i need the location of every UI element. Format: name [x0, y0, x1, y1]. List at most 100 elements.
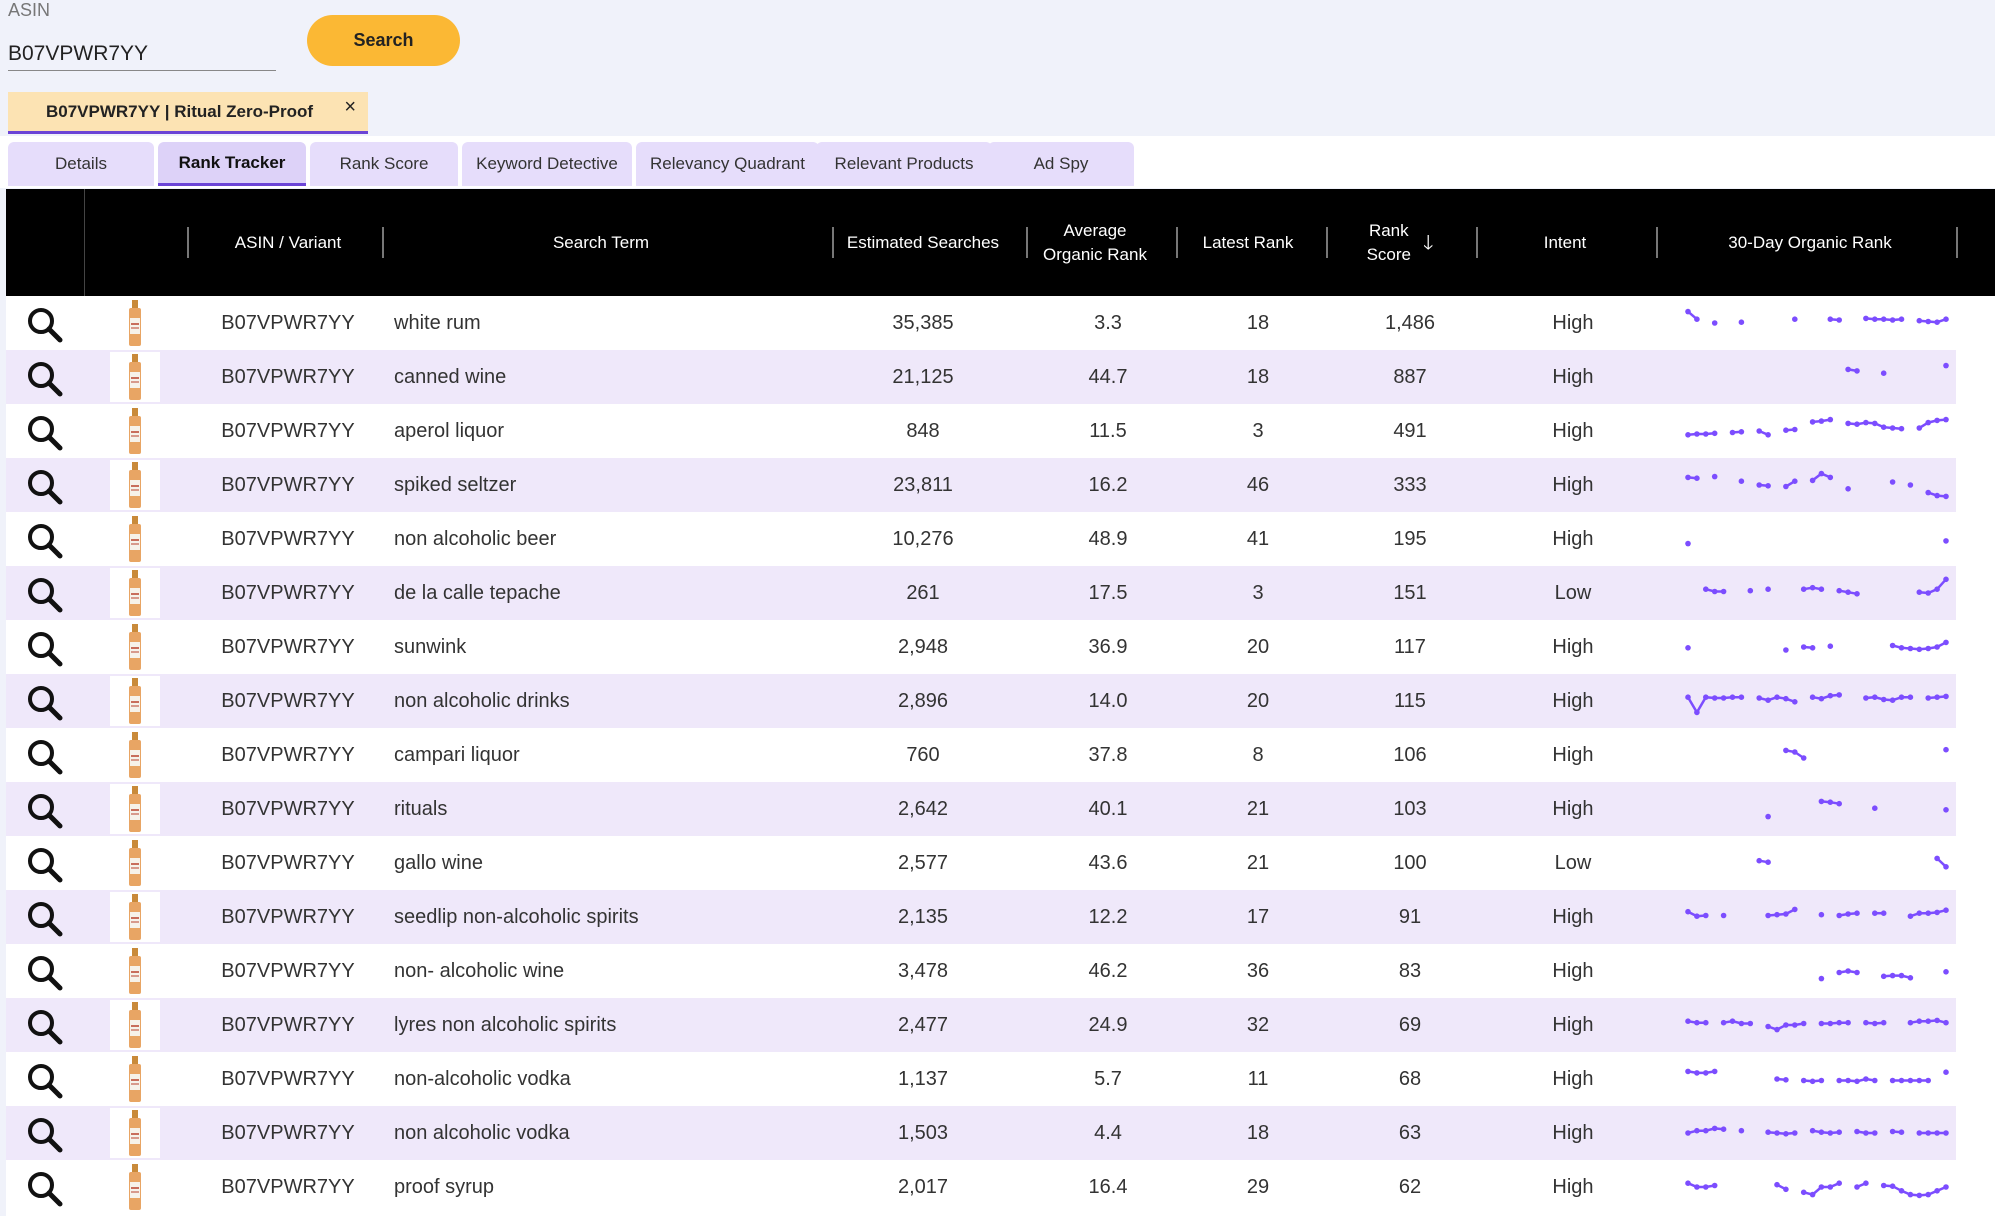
column-header-average-organic-rank[interactable]: Average Organic Rank: [1028, 189, 1162, 296]
rank-sparkline[interactable]: [1678, 1160, 1956, 1214]
rank-sparkline[interactable]: [1678, 1106, 1956, 1160]
column-separator[interactable]: [1476, 227, 1478, 258]
tab-rank-tracker[interactable]: Rank Tracker: [158, 142, 306, 186]
column-separator[interactable]: [1326, 227, 1328, 258]
rank-sparkline[interactable]: [1678, 350, 1956, 404]
rank-sparkline[interactable]: [1678, 890, 1956, 944]
table-row[interactable]: B07VPWR7YY campari liquor 760 37.8 8 106…: [6, 728, 1956, 782]
search-icon[interactable]: [24, 1114, 64, 1154]
tab-details[interactable]: Details: [8, 142, 154, 186]
sparkline-point: [1925, 910, 1931, 916]
product-thumbnail[interactable]: [110, 298, 160, 348]
table-row[interactable]: B07VPWR7YY canned wine 21,125 44.7 18 88…: [6, 350, 1956, 404]
product-thumbnail[interactable]: [110, 730, 160, 780]
search-icon[interactable]: [24, 412, 64, 452]
tab-rank-score[interactable]: Rank Score: [310, 142, 458, 186]
rank-sparkline[interactable]: [1678, 566, 1956, 620]
product-thumbnail[interactable]: [110, 1000, 160, 1050]
table-row[interactable]: B07VPWR7YY aperol liquor 848 11.5 3 491 …: [6, 404, 1956, 458]
table-row[interactable]: B07VPWR7YY non alcoholic beer 10,276 48.…: [6, 512, 1956, 566]
search-icon[interactable]: [24, 304, 64, 344]
rank-sparkline[interactable]: [1678, 728, 1956, 782]
rank-sparkline[interactable]: [1678, 512, 1956, 566]
product-thumbnail[interactable]: [110, 1054, 160, 1104]
sparkline-point: [1889, 317, 1896, 323]
search-icon[interactable]: [24, 358, 64, 398]
column-header-rank-score[interactable]: Rank Score 🡓: [1330, 189, 1470, 296]
column-header-asin[interactable]: ASIN / Variant: [190, 189, 386, 296]
table-row[interactable]: B07VPWR7YY seedlip non-alcoholic spirits…: [6, 890, 1956, 944]
column-header-latest-rank[interactable]: Latest Rank: [1178, 189, 1318, 296]
table-row[interactable]: B07VPWR7YY non- alcoholic wine 3,478 46.…: [6, 944, 1956, 998]
rank-sparkline[interactable]: [1678, 998, 1956, 1052]
column-header-search-term[interactable]: Search Term: [386, 189, 816, 296]
tab-relevant-products[interactable]: Relevant Products: [816, 142, 992, 186]
table-row[interactable]: B07VPWR7YY sunwink 2,948 36.9 20 117 Hig…: [6, 620, 1956, 674]
search-icon[interactable]: [24, 790, 64, 830]
tab-keyword-detective[interactable]: Keyword Detective: [462, 142, 632, 186]
sparkline-point: [1738, 319, 1745, 325]
rank-sparkline[interactable]: [1678, 1052, 1956, 1106]
product-thumbnail[interactable]: [110, 406, 160, 456]
rank-sparkline[interactable]: [1678, 404, 1956, 458]
product-thumbnail[interactable]: [110, 622, 160, 672]
column-separator[interactable]: [187, 227, 189, 258]
asin-chip[interactable]: B07VPWR7YY | Ritual Zero-Proof ×: [8, 92, 368, 134]
product-thumbnail[interactable]: [110, 460, 160, 510]
tab-relevancy-quadrant[interactable]: Relevancy Quadrant: [636, 142, 819, 186]
asin-input[interactable]: [8, 38, 276, 71]
sparkline-point: [1774, 1026, 1780, 1033]
search-icon[interactable]: [24, 574, 64, 614]
cell-rank-score: 333: [1393, 473, 1427, 496]
table-row[interactable]: B07VPWR7YY non alcoholic drinks 2,896 14…: [6, 674, 1956, 728]
product-thumbnail[interactable]: [110, 676, 160, 726]
rank-sparkline[interactable]: [1678, 620, 1956, 674]
column-header-intent[interactable]: Intent: [1480, 189, 1650, 296]
search-button[interactable]: Search: [307, 15, 460, 66]
column-header-30-day-organic-rank[interactable]: 30-Day Organic Rank: [1660, 189, 1960, 296]
table-row[interactable]: B07VPWR7YY proof syrup 2,017 16.4 29 62 …: [6, 1160, 1956, 1214]
product-thumbnail[interactable]: [110, 946, 160, 996]
search-icon[interactable]: [24, 1006, 64, 1046]
rank-sparkline[interactable]: [1678, 836, 1956, 890]
tab-ad-spy[interactable]: Ad Spy: [988, 142, 1134, 186]
rank-sparkline[interactable]: [1678, 674, 1956, 728]
table-row[interactable]: B07VPWR7YY non-alcoholic vodka 1,137 5.7…: [6, 1052, 1956, 1106]
product-thumbnail[interactable]: [110, 568, 160, 618]
search-icon[interactable]: [24, 844, 64, 884]
rank-sparkline[interactable]: [1678, 944, 1956, 998]
search-icon[interactable]: [24, 520, 64, 560]
product-thumbnail[interactable]: [110, 784, 160, 834]
search-icon[interactable]: [24, 1060, 64, 1100]
product-thumbnail[interactable]: [110, 838, 160, 888]
sort-descending-icon[interactable]: 🡓: [1423, 231, 1433, 255]
close-icon[interactable]: ×: [344, 96, 356, 119]
product-thumbnail[interactable]: [110, 1162, 160, 1212]
table-row[interactable]: B07VPWR7YY white rum 35,385 3.3 18 1,486…: [6, 296, 1956, 350]
table-row[interactable]: B07VPWR7YY non alcoholic vodka 1,503 4.4…: [6, 1106, 1956, 1160]
search-icon[interactable]: [24, 682, 64, 722]
product-thumbnail[interactable]: [110, 892, 160, 942]
rank-sparkline[interactable]: [1678, 782, 1956, 836]
search-icon[interactable]: [24, 1168, 64, 1208]
table-row[interactable]: B07VPWR7YY rituals 2,642 40.1 21 103 Hig…: [6, 782, 1956, 836]
sparkline-point: [1854, 1128, 1860, 1135]
search-icon[interactable]: [24, 466, 64, 506]
table-row[interactable]: B07VPWR7YY spiked seltzer 23,811 16.2 46…: [6, 458, 1956, 512]
product-thumbnail[interactable]: [110, 514, 160, 564]
search-icon[interactable]: [24, 628, 64, 668]
product-thumbnail[interactable]: [110, 352, 160, 402]
search-icon[interactable]: [24, 952, 64, 992]
rank-sparkline[interactable]: [1678, 296, 1956, 350]
column-separator[interactable]: [382, 227, 384, 258]
rank-sparkline[interactable]: [1678, 458, 1956, 512]
search-icon[interactable]: [24, 736, 64, 776]
column-separator[interactable]: [1956, 227, 1958, 258]
table-row[interactable]: B07VPWR7YY de la calle tepache 261 17.5 …: [6, 566, 1956, 620]
table-row[interactable]: B07VPWR7YY gallo wine 2,577 43.6 21 100 …: [6, 836, 1956, 890]
column-separator[interactable]: [1656, 227, 1658, 258]
search-icon[interactable]: [24, 898, 64, 938]
column-header-estimated-searches[interactable]: Estimated Searches: [834, 189, 1012, 296]
table-row[interactable]: B07VPWR7YY lyres non alcoholic spirits 2…: [6, 998, 1956, 1052]
product-thumbnail[interactable]: [110, 1108, 160, 1158]
